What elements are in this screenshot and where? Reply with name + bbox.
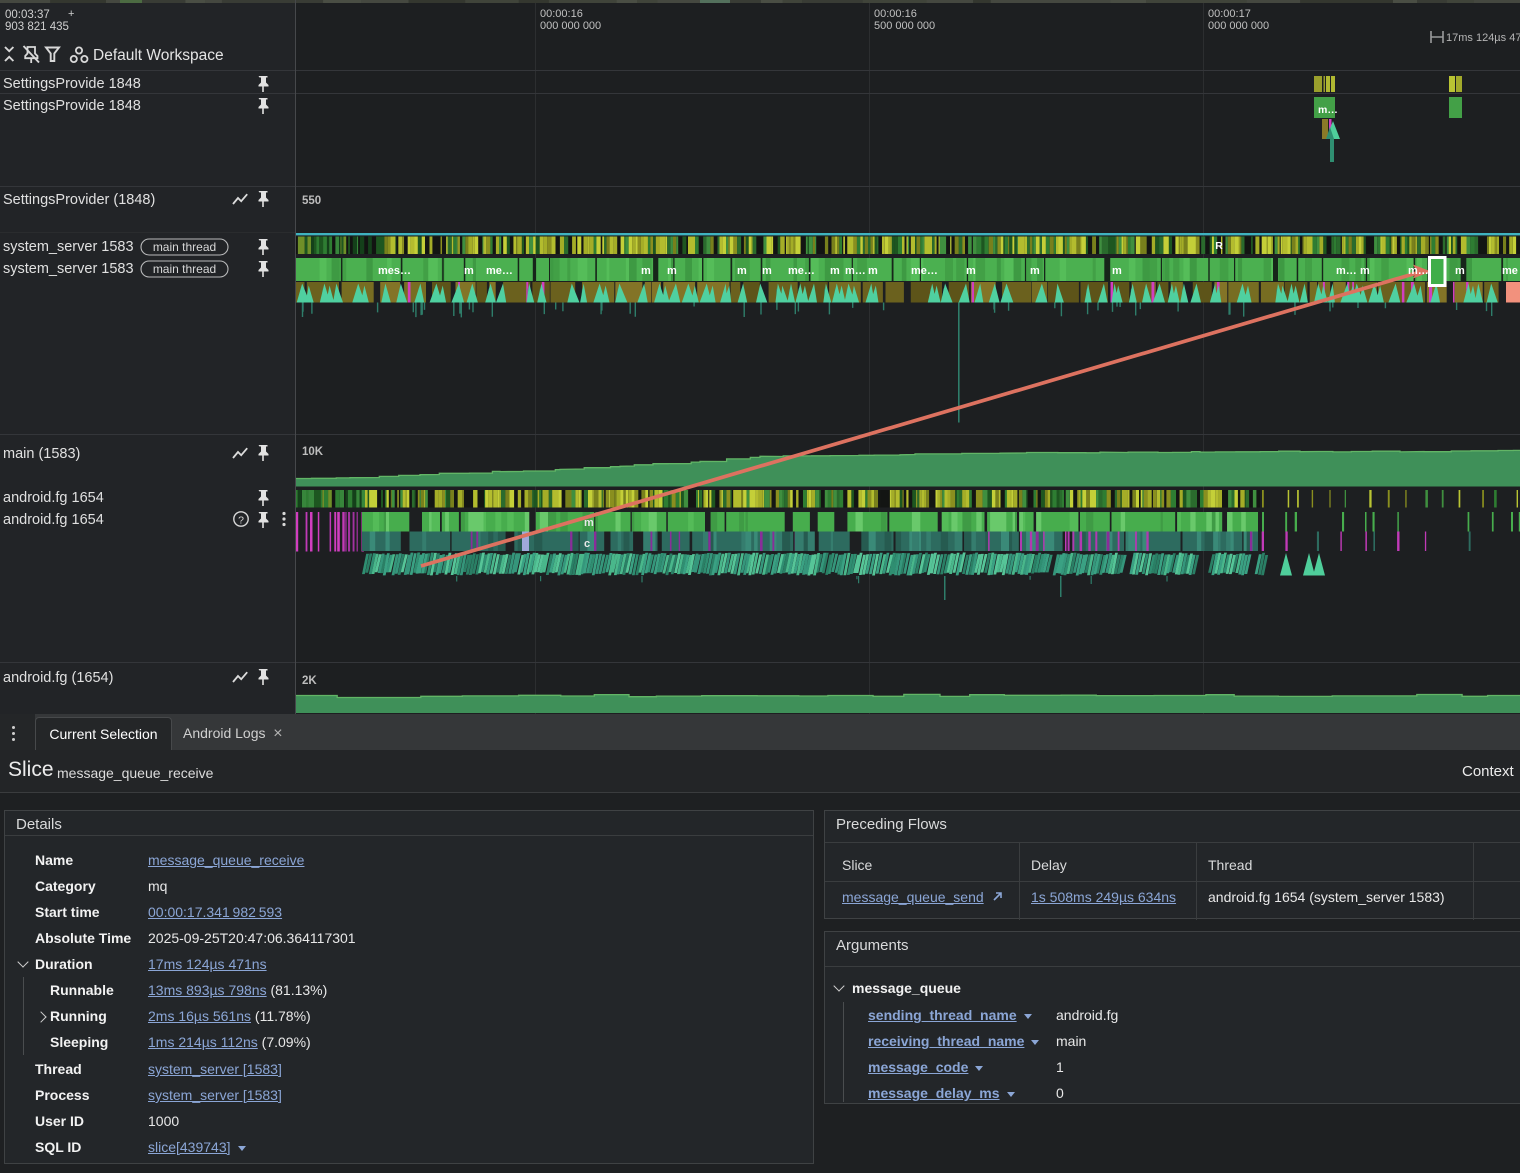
svg-text:main thread: main thread (153, 240, 216, 254)
svg-text:00:00:16: 00:00:16 (874, 8, 917, 20)
svg-text:17ms 124µs 471: 17ms 124µs 471 (1446, 32, 1520, 44)
svg-text:m: m (737, 265, 747, 277)
svg-text:c: c (584, 538, 590, 550)
svg-text:android.fg 1654: android.fg 1654 (3, 490, 104, 506)
svg-text:00:03:37: 00:03:37 (5, 9, 50, 21)
svg-text:m: m (584, 517, 594, 529)
svg-text:R: R (1215, 240, 1223, 252)
svg-text:2K: 2K (302, 675, 317, 687)
svg-text:me: me (1502, 265, 1518, 277)
svg-text:m: m (641, 265, 651, 277)
svg-text:m…: m… (845, 265, 866, 277)
svg-text:android.fg 1654: android.fg 1654 (3, 512, 104, 528)
svg-text:system_server 1583: system_server 1583 (3, 261, 134, 277)
svg-text:10K: 10K (302, 446, 324, 458)
svg-text:m: m (667, 265, 677, 277)
svg-text:android.fg (1654): android.fg (1654) (3, 670, 113, 686)
svg-text:mes…: mes… (378, 265, 411, 277)
svg-text:m…: m… (1408, 265, 1429, 277)
svg-text:m: m (1112, 265, 1122, 277)
svg-text:m: m (966, 265, 976, 277)
svg-text:me…: me… (911, 265, 938, 277)
svg-text:m: m (1455, 265, 1465, 277)
svg-text:00:00:16: 00:00:16 (540, 8, 583, 20)
svg-text:SettingsProvide 1848: SettingsProvide 1848 (3, 76, 141, 92)
svg-text:main thread: main thread (153, 262, 216, 276)
svg-text:Default Workspace: Default Workspace (93, 47, 224, 64)
svg-text:m: m (868, 265, 878, 277)
svg-text:?: ? (238, 515, 244, 527)
svg-text:SettingsProvide 1848: SettingsProvide 1848 (3, 98, 141, 114)
svg-text:000 000 000: 000 000 000 (540, 20, 601, 32)
svg-text:m: m (1030, 265, 1040, 277)
svg-text:SettingsProvider (1848): SettingsProvider (1848) (3, 192, 155, 208)
svg-text:m…: m… (1336, 265, 1357, 277)
svg-text:903 821 435: 903 821 435 (5, 21, 69, 33)
svg-text:m: m (464, 265, 474, 277)
svg-text:00:00:17: 00:00:17 (1208, 8, 1251, 20)
svg-text:m: m (1360, 265, 1370, 277)
svg-text:+: + (68, 8, 74, 20)
svg-text:m…: m… (1318, 104, 1338, 116)
svg-text:500 000 000: 500 000 000 (874, 20, 935, 32)
svg-text:m: m (830, 265, 840, 277)
svg-text:system_server 1583: system_server 1583 (3, 239, 134, 255)
svg-text:me…: me… (486, 265, 513, 277)
svg-text:000 000 000: 000 000 000 (1208, 20, 1269, 32)
svg-text:me…: me… (788, 265, 815, 277)
svg-text:550: 550 (302, 195, 321, 207)
svg-text:m: m (762, 265, 772, 277)
svg-text:main (1583): main (1583) (3, 446, 80, 462)
